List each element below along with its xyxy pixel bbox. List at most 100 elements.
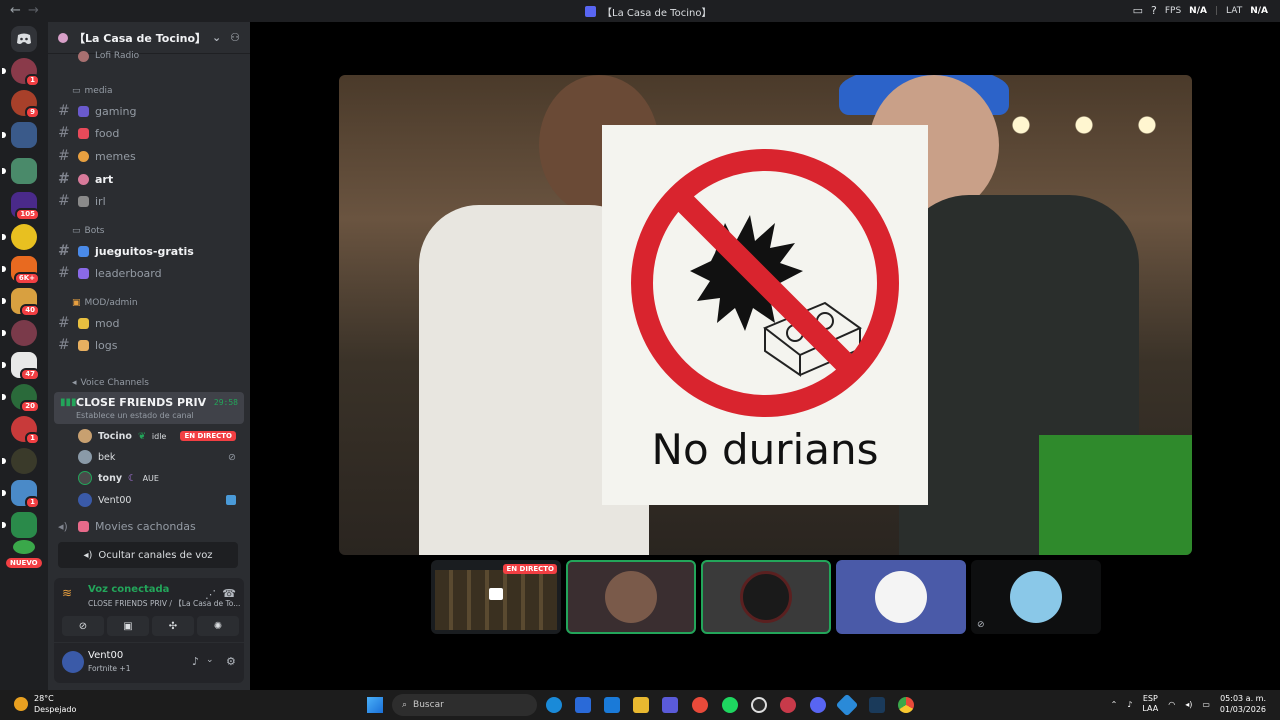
stream-thumbnail xyxy=(435,570,557,630)
voice-channel-movies[interactable]: ◂) Movies cachondas xyxy=(58,516,244,536)
no-durians-sign: No durians xyxy=(602,125,928,505)
server-icon[interactable] xyxy=(2,158,37,184)
chrome-icon[interactable] xyxy=(898,697,914,713)
signal-icon[interactable]: ≋ xyxy=(62,586,72,600)
channel-food[interactable]: # food xyxy=(58,123,244,143)
category-mod-admin[interactable]: ▣ MOD/admin xyxy=(72,298,138,308)
chevron-up-icon[interactable]: ⌃ xyxy=(1111,700,1118,709)
disconnect-icon[interactable]: ☎ xyxy=(222,587,236,600)
windows-start-icon[interactable] xyxy=(367,697,383,713)
steam-icon[interactable] xyxy=(751,697,767,713)
voice-connection-panel: ≋ Voz conectada CLOSE FRIENDS PRIV / 【La… xyxy=(54,578,244,642)
participant-avatar xyxy=(875,571,927,623)
channel-irl[interactable]: # irl xyxy=(58,191,244,211)
invite-user-icon[interactable]: ⚇ xyxy=(230,31,240,44)
brave-icon[interactable] xyxy=(692,697,708,713)
camera-off-button[interactable]: ⊘ xyxy=(62,616,104,636)
channel-leaderboard[interactable]: # leaderboard xyxy=(58,263,244,283)
channel-memes[interactable]: # memes xyxy=(58,146,244,166)
edge-icon[interactable] xyxy=(546,697,562,713)
volume-icon[interactable]: ◂) xyxy=(1185,700,1192,709)
participant-tile[interactable]: ⊘ xyxy=(971,560,1101,634)
back-arrow-icon[interactable]: ← xyxy=(10,3,21,18)
screen-share-button[interactable]: ▣ xyxy=(107,616,149,636)
server-icon[interactable] xyxy=(2,122,37,148)
discord-icon[interactable] xyxy=(810,697,826,713)
noise-suppression-icon[interactable]: ⋰ xyxy=(205,588,216,601)
guild-name: 【La Casa de Tocino】 xyxy=(74,31,206,45)
server-icon[interactable]: 1 xyxy=(11,416,40,445)
discord-home-icon[interactable] xyxy=(11,26,37,52)
server-icon[interactable]: 105 xyxy=(11,192,40,221)
avatar xyxy=(78,450,92,464)
guild-icon xyxy=(58,32,68,43)
microphone-icon[interactable]: ♪ xyxy=(1127,700,1132,709)
new-badge[interactable]: NUEVO xyxy=(6,558,42,568)
taskbar-search[interactable]: ⌕ Buscar xyxy=(392,694,537,716)
teams-icon[interactable] xyxy=(662,697,678,713)
stream-preview-tile[interactable]: EN DIRECTO xyxy=(431,560,561,634)
voice-member[interactable]: Tocino ❦ idle EN DIRECTO xyxy=(78,426,242,446)
voice-connected-channel[interactable]: CLOSE FRIENDS PRIV / 【La Casa de To... xyxy=(88,598,240,609)
server-icon[interactable] xyxy=(2,224,37,250)
weather-widget[interactable]: 28°C Despejado xyxy=(14,693,76,715)
input-language[interactable]: ESP LAA xyxy=(1142,694,1158,714)
outlook-icon[interactable] xyxy=(604,697,620,713)
voice-channel-close-friends[interactable]: ▮▮▮ CLOSE FRIENDS PRIV 29:58 Establece u… xyxy=(54,392,244,424)
channel-gaming[interactable]: # gaming xyxy=(58,101,244,121)
channel-art[interactable]: # art xyxy=(58,169,244,189)
microphone-icon[interactable]: ♪ xyxy=(192,655,199,668)
server-icon[interactable]: 1 xyxy=(2,58,40,87)
soundboard-button[interactable]: ✺ xyxy=(197,616,239,636)
moon-icon: ☾ xyxy=(128,472,137,484)
participant-tile[interactable] xyxy=(836,560,966,634)
participant-tile[interactable] xyxy=(701,560,831,634)
audio-app-icon[interactable] xyxy=(869,697,885,713)
chevron-down-icon[interactable]: ⌄ xyxy=(206,655,214,665)
plant-icon xyxy=(13,540,35,554)
leaf-icon: ❦ xyxy=(137,430,146,442)
lat-value: N/A xyxy=(1250,5,1268,16)
channel-lofi-radio[interactable]: Lofi Radio xyxy=(78,48,264,64)
participant-tile[interactable] xyxy=(566,560,696,634)
file-explorer-icon[interactable] xyxy=(633,697,649,713)
wifi-icon[interactable]: ◠ xyxy=(1168,700,1175,709)
server-icon[interactable]: 6K+ xyxy=(2,256,40,285)
activities-button[interactable]: ✣ xyxy=(152,616,194,636)
server-icon[interactable]: 40 xyxy=(2,288,40,317)
settings-gear-icon[interactable]: ⚙ xyxy=(226,655,236,668)
category-voice-channels[interactable]: ◂ Voice Channels xyxy=(72,378,149,388)
channel-jueguitos-gratis[interactable]: # jueguitos-gratis xyxy=(58,241,244,261)
category-media[interactable]: ▭ media xyxy=(72,86,113,96)
help-icon[interactable]: ? xyxy=(1151,4,1157,17)
server-icon[interactable] xyxy=(2,320,37,346)
battery-icon[interactable]: ▭ xyxy=(1202,700,1210,709)
server-icon[interactable]: 1 xyxy=(2,480,40,509)
hide-voice-channels-button[interactable]: ◂) Ocultar canales de voz xyxy=(58,542,238,568)
channel-mod[interactable]: # mod xyxy=(58,313,244,333)
app-icon[interactable] xyxy=(780,697,796,713)
game-activity-icon xyxy=(226,495,236,505)
store-icon[interactable] xyxy=(575,697,591,713)
server-icon[interactable] xyxy=(2,448,37,474)
stream-video[interactable]: No durians xyxy=(339,75,1192,555)
forward-arrow-icon[interactable]: → xyxy=(28,3,39,18)
inbox-icon[interactable]: ▭ xyxy=(1133,4,1143,17)
channel-status[interactable]: Establece un estado de canal xyxy=(76,411,194,420)
spotify-icon[interactable] xyxy=(722,697,738,713)
server-icon[interactable]: 47 xyxy=(2,352,40,381)
app-icon[interactable] xyxy=(835,693,859,717)
window-title: 【La Casa de Tocino】 xyxy=(585,4,711,19)
voice-member[interactable]: tony ☾ AUE xyxy=(78,468,242,488)
user-avatar[interactable] xyxy=(62,651,84,673)
server-icon[interactable]: 20 xyxy=(2,384,40,413)
server-icon[interactable] xyxy=(2,512,37,538)
category-bots[interactable]: ▭ Bots xyxy=(72,226,104,236)
voice-member[interactable]: Vent00 xyxy=(78,490,242,510)
hash-icon: # xyxy=(58,315,70,331)
sign-caption: No durians xyxy=(651,425,879,474)
channel-logs[interactable]: # logs xyxy=(58,335,244,355)
server-icon[interactable]: 9 xyxy=(11,90,40,119)
taskbar-clock[interactable]: 05:03 a. m. 01/03/2026 xyxy=(1220,693,1266,715)
voice-member[interactable]: bek ⊘ xyxy=(78,447,242,467)
